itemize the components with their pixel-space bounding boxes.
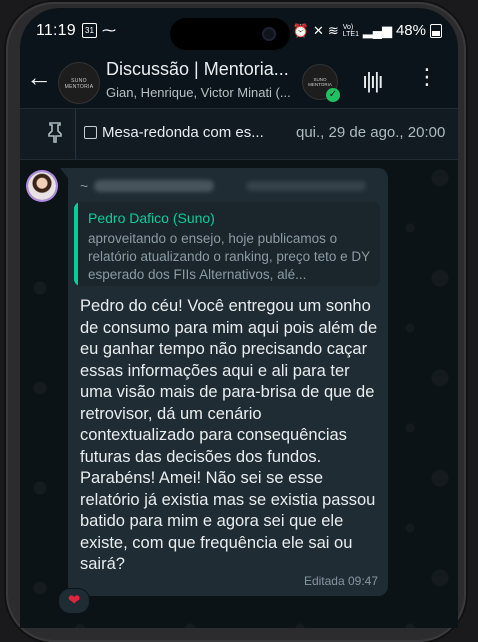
quote-author: Pedro Dafico (Suno) <box>88 210 215 226</box>
group-avatar-label: SUNO MENTORIA <box>64 78 94 90</box>
status-indicators: ⏰ ✕ ≋ Vo) LTE1 ▂▄▆ 48% <box>293 22 442 39</box>
community-avatar[interactable]: SUNO MENTORIA ✓ <box>302 64 340 102</box>
heart-reaction-icon[interactable]: ❤ <box>58 588 90 614</box>
mute-icon: ✕ <box>312 22 324 38</box>
community-avatar-label: SUNO MENTORIA <box>308 77 332 87</box>
message-bubble[interactable]: ~ Pedro Dafico (Suno) aproveitando o ens… <box>60 168 388 596</box>
alarm-icon: ⏰ <box>292 22 309 38</box>
pinned-event-title: Mesa-redonda com es... <box>102 124 264 141</box>
calendar-icon: 31 <box>82 23 97 38</box>
voice-chat-icon[interactable]: ı|ı|ı <box>362 68 384 94</box>
chat-header: ← SUNO MENTORIA Discussão | Mentoria... … <box>20 50 458 108</box>
more-options-icon[interactable]: ⋮ <box>416 64 438 90</box>
battery-percent: 48% <box>395 22 426 39</box>
group-avatar[interactable]: SUNO MENTORIA <box>58 62 100 104</box>
sender-prefix: ~ <box>80 178 89 194</box>
chat-title[interactable]: Discussão | Mentoria... <box>106 59 316 80</box>
sender-phone-redacted <box>246 181 366 191</box>
message-timestamp: Editada 09:47 <box>303 574 378 588</box>
sender-avatar[interactable] <box>28 172 56 200</box>
wifi-icon: ≋ <box>327 22 339 38</box>
quoted-message[interactable]: Pedro Dafico (Suno) aproveitando o ensej… <box>74 202 380 286</box>
phone-screen: 11:19 31 ⁓ ⏰ ✕ ≋ Vo) LTE1 ▂▄▆ 48% ← SUNO… <box>20 8 458 628</box>
battery-icon <box>430 23 442 38</box>
check-badge-icon: ✓ <box>326 88 340 102</box>
pin-icon[interactable] <box>46 121 66 143</box>
quote-accent-bar <box>74 202 78 286</box>
status-bar: 11:19 31 ⁓ ⏰ ✕ ≋ Vo) LTE1 ▂▄▆ 48% <box>20 8 458 50</box>
network-label: Vo) LTE1 <box>342 23 359 38</box>
event-calendar-icon <box>84 126 97 139</box>
wave-icon: ⁓ <box>102 22 116 38</box>
pin-divider <box>75 109 76 159</box>
status-time: 11:19 <box>36 22 76 39</box>
chat-members[interactable]: Gian, Henrique, Victor Minati (... <box>106 85 316 100</box>
pinned-event-date: qui., 29 de ago., 20:00 <box>296 124 446 141</box>
back-arrow-icon[interactable]: ← <box>26 62 52 93</box>
camera-icon <box>262 27 276 41</box>
message-text: Pedro do céu! Você entregou um sonho de … <box>80 297 378 573</box>
camera-notch <box>170 18 290 50</box>
sender-name-redacted <box>94 180 214 192</box>
phone-frame: 11:19 31 ⁓ ⏰ ✕ ≋ Vo) LTE1 ▂▄▆ 48% ← SUNO… <box>6 2 466 642</box>
quote-text: aproveitando o ensejo, hoje publicamos o… <box>88 231 370 282</box>
pinned-message-bar[interactable]: Mesa-redonda com es... qui., 29 de ago.,… <box>20 108 458 160</box>
signal-icon: ▂▄▆ <box>362 22 392 38</box>
